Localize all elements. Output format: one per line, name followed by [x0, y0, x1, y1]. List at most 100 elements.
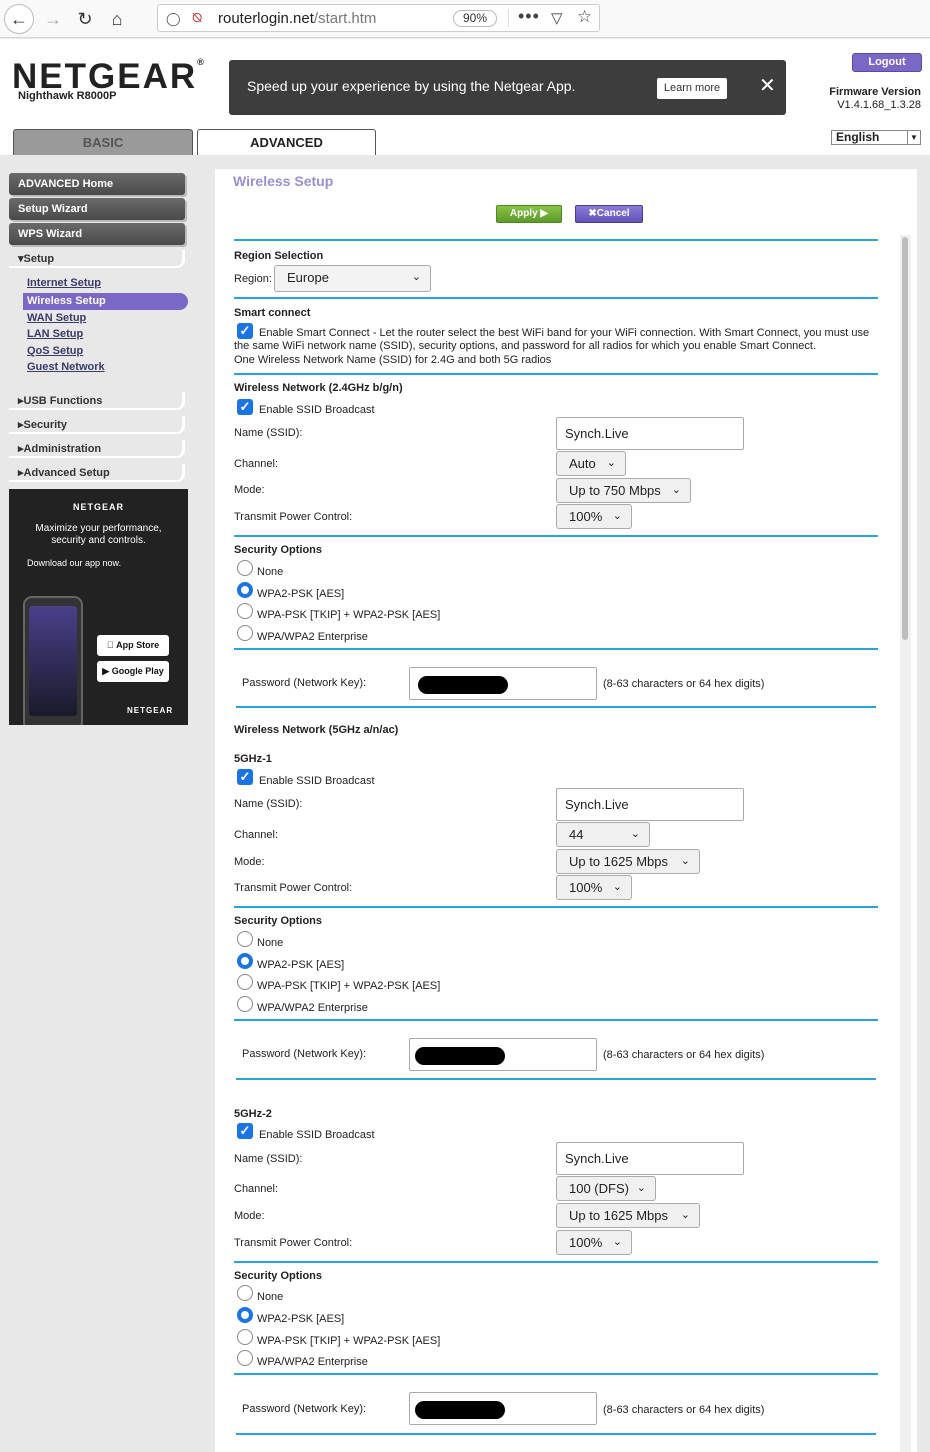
play-icon: ▶	[540, 208, 549, 219]
tab-basic[interactable]: BASIC	[13, 129, 193, 155]
learn-more-button[interactable]: Learn more	[657, 78, 727, 99]
tx-power-5-1-select[interactable]: 100% ⌄	[556, 875, 632, 900]
chevron-down-icon: ⌄	[671, 484, 681, 496]
security-wpa2-label: WPA2-PSK [AES]	[257, 1313, 345, 1325]
mode-24-select[interactable]: Up to 750 Mbps ⌄	[556, 478, 691, 503]
sidebar-setup-wizard[interactable]: Setup Wizard	[9, 198, 185, 220]
security-none-label: None	[257, 566, 284, 578]
enable-ssid-5-1-checkbox[interactable]: ✓	[237, 769, 253, 785]
logout-button[interactable]: Logout	[852, 53, 922, 72]
app-store-badge[interactable]:  App Store	[97, 635, 169, 656]
sidebar-item-internet-setup[interactable]: Internet Setup	[27, 277, 101, 289]
security-none-radio[interactable]	[237, 560, 253, 576]
home-icon[interactable]: ⌂	[102, 4, 132, 34]
security-wpa2-radio[interactable]	[237, 953, 253, 969]
divider	[236, 706, 876, 708]
mode-5-1-select[interactable]: Up to 1625 Mbps ⌄	[556, 849, 700, 874]
zoom-level[interactable]: 90%	[453, 10, 497, 27]
ad-text: Maximize your performance, security and …	[35, 523, 162, 546]
sidebar-group-setup[interactable]: ▾Setup	[9, 250, 185, 268]
cancel-button[interactable]: ✖Cancel	[575, 205, 643, 223]
close-icon: ✖	[588, 208, 597, 219]
security-wpa2-radio[interactable]	[237, 1307, 253, 1323]
channel-label: Channel:	[234, 829, 279, 841]
sidebar-item-wireless-setup[interactable]: Wireless Setup	[23, 293, 188, 310]
tx-power-label: Transmit Power Control:	[234, 882, 353, 894]
security-enterprise-radio[interactable]	[237, 996, 253, 1012]
sidebar-advanced-home[interactable]: ADVANCED Home	[9, 173, 185, 195]
scrollbar-thumb[interactable]	[902, 237, 908, 640]
channel-24-select[interactable]: Auto ⌄	[556, 451, 626, 476]
password-5-2-input[interactable]	[409, 1392, 597, 1425]
shield-icon[interactable]: ◯	[166, 11, 181, 27]
ssid-5-2-input[interactable]: Synch.Live	[556, 1142, 744, 1175]
security-wpa-mixed-radio[interactable]	[237, 974, 253, 990]
apple-icon: 	[107, 640, 114, 650]
language-select[interactable]: English ▼	[831, 130, 921, 145]
chevron-down-icon: ⌄	[612, 881, 622, 893]
more-icon[interactable]: •••	[518, 6, 540, 27]
sidebar-group-usb-functions[interactable]: ▸USB Functions	[9, 392, 185, 410]
region-select[interactable]: Europe ⌄	[274, 265, 431, 292]
app-banner: Speed up your experience by using the Ne…	[229, 60, 786, 115]
star-icon[interactable]: ☆	[577, 7, 592, 27]
pocket-icon[interactable]: ▽	[551, 9, 563, 27]
ssid-5-1-input[interactable]: Synch.Live	[556, 788, 744, 821]
sidebar-group-administration[interactable]: ▸Administration	[9, 440, 185, 458]
enable-ssid-5-2-checkbox[interactable]: ✓	[237, 1123, 253, 1139]
security-enterprise-radio[interactable]	[237, 625, 253, 641]
divider	[508, 9, 509, 27]
sidebar-group-security[interactable]: ▸Security	[9, 416, 185, 434]
channel-5-2-select[interactable]: 100 (DFS) ⌄	[556, 1176, 656, 1201]
url-text[interactable]: routerlogin.net/start.htm	[218, 10, 376, 27]
router-header: NETGEAR® Nighthawk R8000P Speed up your …	[0, 39, 930, 155]
smart-connect-title: Smart connect	[234, 307, 311, 319]
close-icon[interactable]: ✕	[759, 73, 776, 98]
security-wpa-mixed-label: WPA-PSK [TKIP] + WPA2-PSK [AES]	[257, 980, 441, 992]
enable-ssid-label: Enable SSID Broadcast	[259, 404, 375, 416]
security-none-radio[interactable]	[237, 1285, 253, 1301]
sidebar-group-advanced-setup[interactable]: ▸Advanced Setup	[9, 464, 185, 482]
smart-connect-note: One Wireless Network Name (SSID) for 2.4…	[234, 354, 552, 366]
sidebar-item-wan-setup[interactable]: WAN Setup	[27, 312, 86, 324]
sidebar-wps-wizard[interactable]: WPS Wizard	[9, 223, 185, 245]
google-play-badge[interactable]: ▶ Google Play	[97, 661, 169, 682]
security-wpa-mixed-radio[interactable]	[237, 1329, 253, 1345]
redacted-password	[418, 676, 508, 694]
app-promo-ad[interactable]: NETGEAR Maximize your performance, secur…	[9, 489, 188, 725]
tab-advanced[interactable]: ADVANCED	[197, 129, 376, 155]
password-24-input[interactable]	[409, 667, 597, 700]
security-enterprise-radio[interactable]	[237, 1350, 253, 1366]
redacted-password	[415, 1047, 505, 1065]
model-name: Nighthawk R8000P	[18, 90, 117, 102]
tx-power-24-select[interactable]: 100% ⌄	[556, 504, 632, 529]
security-wpa2-radio[interactable]	[237, 582, 253, 598]
back-icon[interactable]: ←	[4, 4, 34, 34]
tx-power-5-2-select[interactable]: 100% ⌄	[556, 1230, 632, 1255]
channel-5-1-select[interactable]: 44 ⌄	[556, 822, 650, 847]
region-section-title: Region Selection	[234, 250, 324, 262]
sidebar-item-guest-network[interactable]: Guest Network	[27, 361, 105, 373]
password-5-1-input[interactable]	[409, 1038, 597, 1071]
redacted-password	[415, 1401, 505, 1419]
sidebar-item-lan-setup[interactable]: LAN Setup	[27, 328, 83, 340]
enable-ssid-24-checkbox[interactable]: ✓	[237, 399, 253, 415]
security-wpa-mixed-radio[interactable]	[237, 603, 253, 619]
network-5-1-title: 5GHz-1	[234, 753, 272, 765]
chevron-down-icon: ⌄	[612, 510, 622, 522]
enable-ssid-label: Enable SSID Broadcast	[259, 775, 375, 787]
url-bar[interactable]: ◯ ⦰ routerlogin.net/start.htm 90% ••• ▽ …	[157, 4, 600, 32]
enable-ssid-label: Enable SSID Broadcast	[259, 1129, 375, 1141]
sidebar-item-qos-setup[interactable]: QoS Setup	[27, 345, 83, 357]
mode-5-2-select[interactable]: Up to 1625 Mbps ⌄	[556, 1203, 700, 1228]
apply-button[interactable]: Apply ▶	[496, 205, 562, 223]
network-5-2-title: 5GHz-2	[234, 1108, 272, 1120]
divider	[234, 1261, 878, 1263]
reload-icon[interactable]: ↻	[70, 4, 100, 34]
forward-icon[interactable]: →	[38, 4, 68, 34]
security-none-radio[interactable]	[237, 931, 253, 947]
chevron-down-icon: ⌄	[680, 1209, 690, 1221]
insecure-lock-icon[interactable]: ⦰	[192, 10, 202, 26]
mode-label: Mode:	[234, 1210, 265, 1222]
ssid-24-input[interactable]: Synch.Live	[556, 417, 744, 450]
